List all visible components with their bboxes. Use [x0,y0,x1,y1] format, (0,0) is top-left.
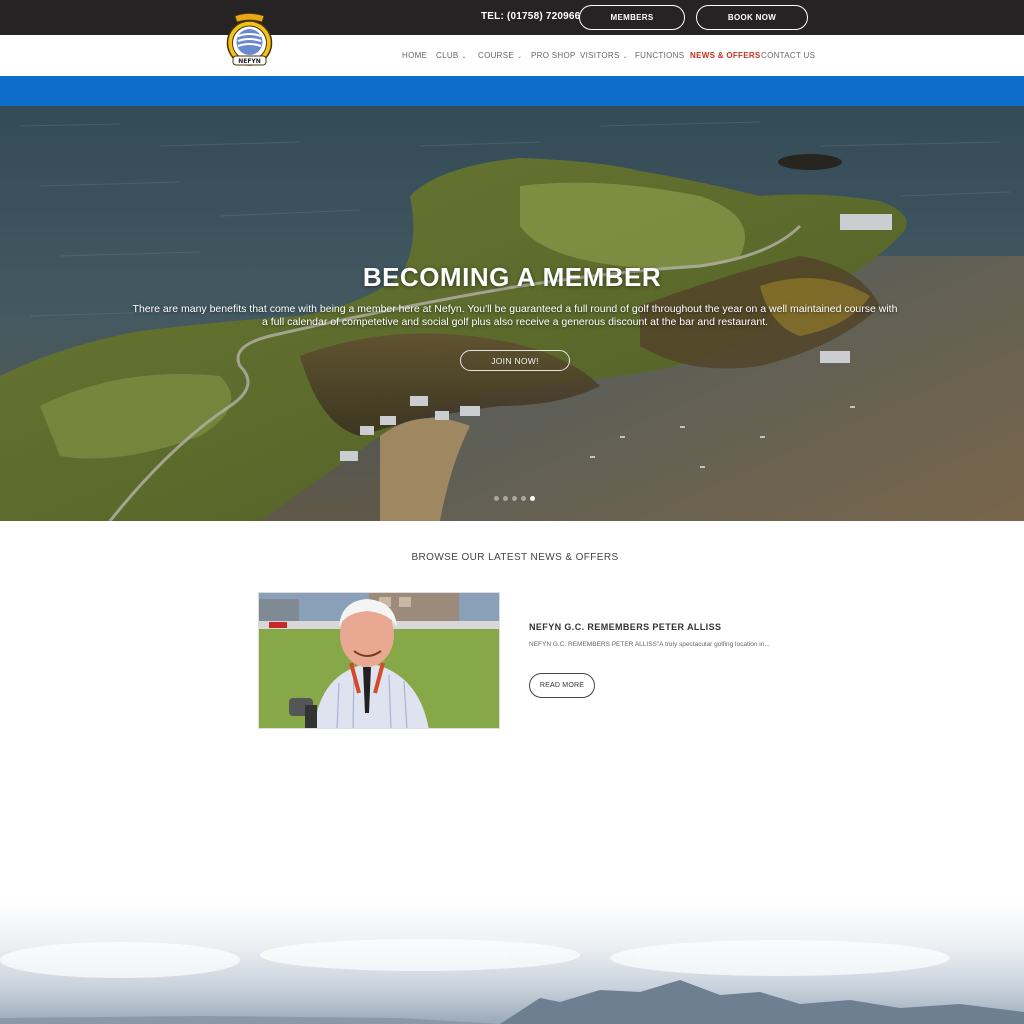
club-crest-icon: NEFYN [226,13,273,66]
nav-item-functions[interactable]: FUNCTIONS [635,51,684,60]
slider-dot[interactable] [512,496,517,501]
top-bar: TEL: (01758) 720966 MEMBERS BOOK NOW [0,0,1024,35]
main-navigation: HOME CLUB ⌄ COURSE ⌄ PRO SHOP VISITORS ⌄ FU… [0,51,1024,63]
slider-dot-active[interactable] [530,496,535,501]
telephone-number[interactable]: TEL: (01758) 720966 [481,11,580,22]
footer-mountain-banner [0,900,1024,1024]
read-more-button[interactable]: READ MORE [529,673,595,698]
svg-text:NEFYN: NEFYN [238,58,261,65]
slider-pagination [494,496,535,501]
nav-item-news-offers[interactable]: NEWS & OFFERS [690,51,761,60]
members-button[interactable]: MEMBERS [579,5,685,30]
nav-item-pro-shop[interactable]: PRO SHOP [531,51,576,60]
nav-item-visitors[interactable]: VISITORS ⌄ [580,51,628,60]
hero-slider: BECOMING A MEMBER There are many benefit… [0,106,1024,521]
nav-item-course[interactable]: COURSE ⌄ [478,51,522,60]
slider-dot[interactable] [521,496,526,501]
news-post-excerpt: NEFYN G.C. REMEMBERS PETER ALLISS"A trul… [529,641,770,648]
club-logo[interactable]: NEFYN [221,12,278,68]
news-section-heading: BROWSE OUR LATEST NEWS & OFFERS [411,552,619,563]
chevron-down-icon: ⌄ [461,54,467,60]
chevron-down-icon: ⌄ [517,54,523,60]
news-post-title[interactable]: NEFYN G.C. REMEMBERS PETER ALLISS [529,622,721,632]
nav-item-contact-us[interactable]: CONTACT US [761,51,815,60]
blue-divider-strip [0,76,1024,106]
slider-dot[interactable] [503,496,508,501]
peter-alliss-photo [259,593,499,728]
hero-description: There are many benefits that come with b… [132,303,898,328]
chevron-down-icon: ⌄ [622,54,628,60]
nav-item-home[interactable]: HOME [402,51,427,60]
nav-item-club[interactable]: CLUB ⌄ [436,51,467,60]
hero-title: BECOMING A MEMBER [362,262,662,292]
news-post-image[interactable] [258,592,500,729]
slider-dot[interactable] [494,496,499,501]
mountain-landscape-image [0,900,1024,1024]
join-now-button[interactable]: JOIN NOW! [460,350,570,371]
book-now-button[interactable]: BOOK NOW [696,5,808,30]
